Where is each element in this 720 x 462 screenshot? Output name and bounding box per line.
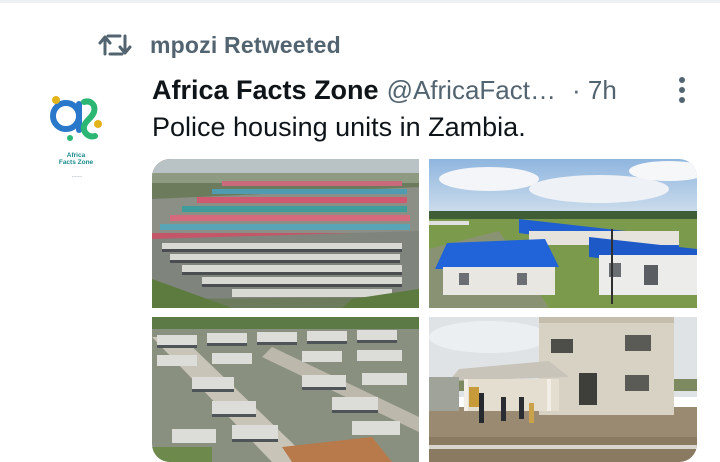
avatar[interactable]: Africa Facts Zone ------- [40, 90, 112, 186]
top-divider [0, 0, 720, 3]
author-handle[interactable]: @AfricaFact… [387, 75, 556, 106]
media-grid [152, 159, 697, 462]
avatar-logo-text: Africa Facts Zone [58, 152, 94, 166]
retweet-context[interactable]: mpozi Retweeted [98, 30, 341, 60]
tweet-body: Police housing units in Zambia. [152, 112, 526, 142]
more-options-icon[interactable] [672, 74, 692, 106]
author-name[interactable]: Africa Facts Zone [152, 75, 379, 106]
tweet-timestamp[interactable]: · 7h [572, 75, 617, 106]
two-storey-house-photo[interactable] [429, 317, 697, 462]
avatar-logo-subtext: ------- [71, 174, 83, 179]
africa-facts-zone-logo [50, 96, 102, 141]
retweet-label: mpozi Retweeted [150, 31, 341, 58]
retweet-icon [98, 31, 132, 59]
aerial-housing-rows-photo[interactable] [152, 159, 419, 308]
blue-roof-houses-photo[interactable] [429, 159, 697, 308]
aerial-grey-roof-estate-photo[interactable] [152, 317, 419, 462]
tweet-header: Africa Facts Zone @AfricaFact… · 7h [152, 72, 702, 108]
